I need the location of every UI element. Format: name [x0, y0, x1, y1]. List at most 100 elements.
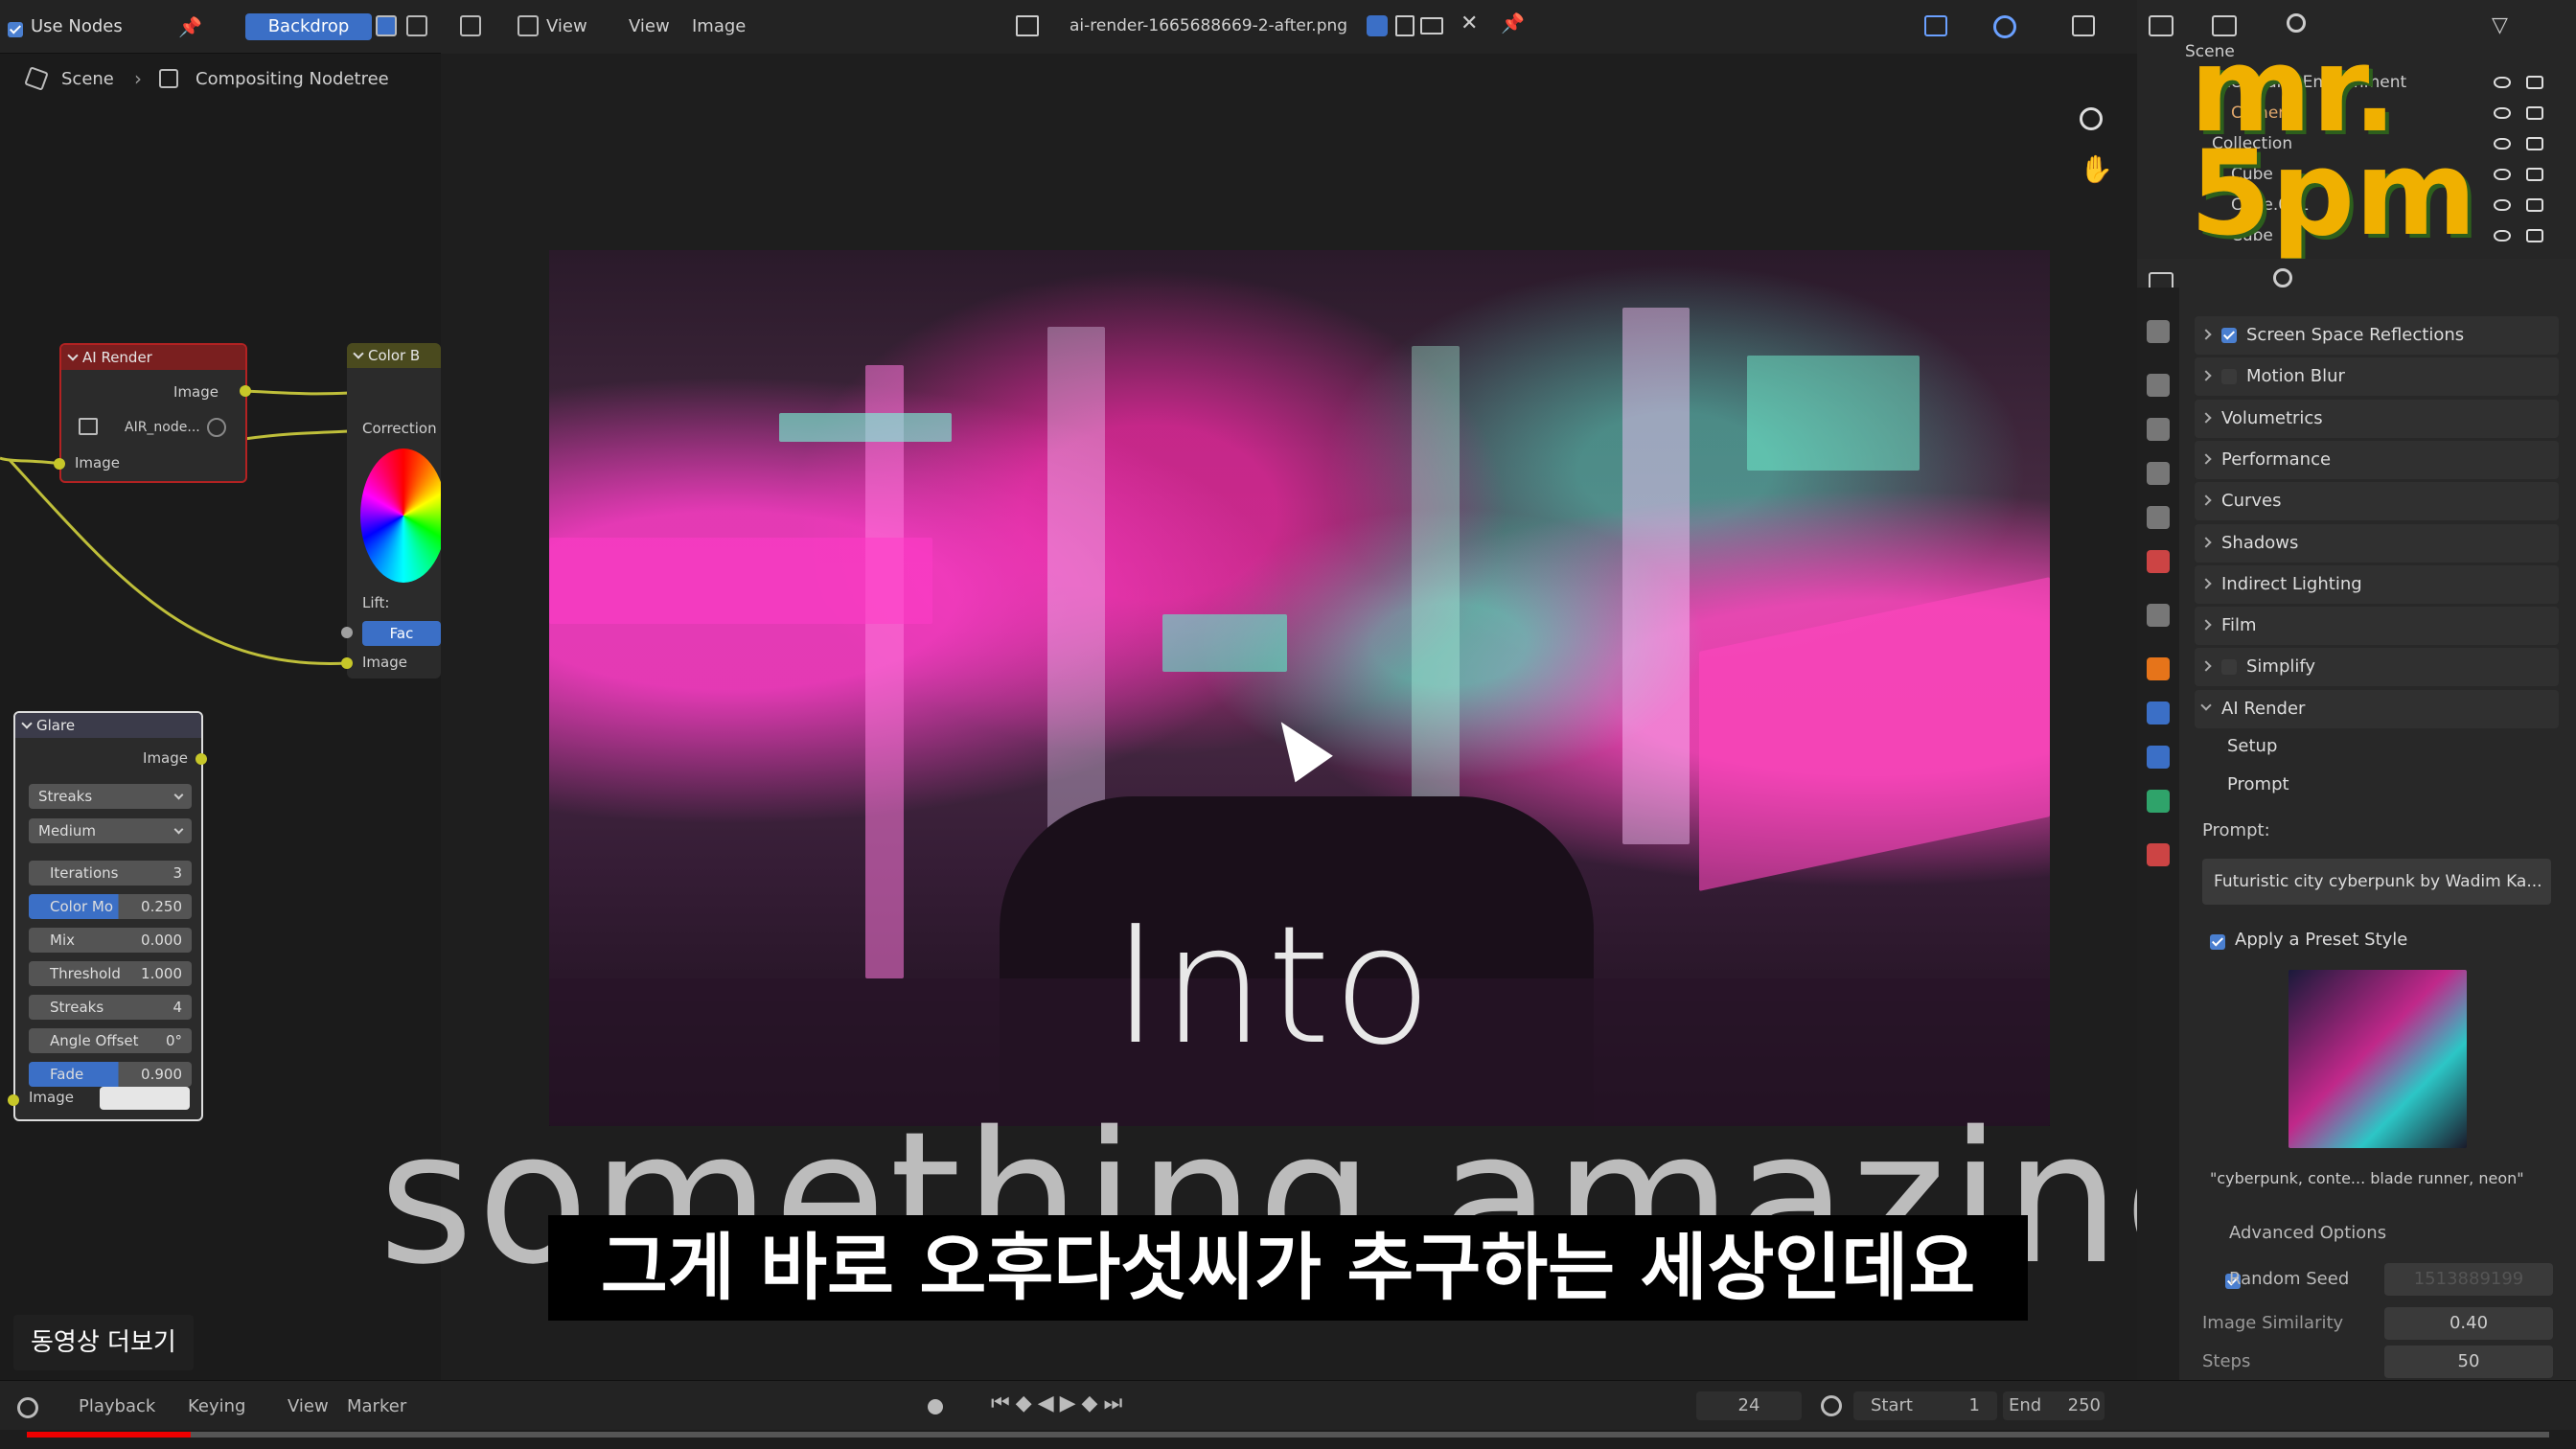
render-panel-header[interactable]: AI Render: [2195, 689, 2559, 728]
view-layer-tab-icon[interactable]: [2147, 462, 2170, 485]
object-tab-icon[interactable]: [2147, 657, 2170, 680]
video-progress-track[interactable]: [27, 1432, 2549, 1438]
constraints-tab-icon[interactable]: [2147, 790, 2170, 813]
render-camera-icon[interactable]: [2526, 76, 2543, 89]
color-wheel[interactable]: [360, 448, 441, 583]
ai-render-node-header[interactable]: AI Render: [61, 345, 245, 370]
current-frame-field[interactable]: 24: [1696, 1392, 1802, 1420]
render-panel-header[interactable]: Performance: [2195, 440, 2559, 479]
color-balance-node[interactable]: Color B Correction Lift: Fac Image: [347, 343, 441, 678]
gizmo-icon[interactable]: [1924, 15, 1947, 36]
menu-view[interactable]: View: [546, 16, 587, 36]
render-panel-header[interactable]: Film: [2195, 607, 2559, 646]
ai-param-field[interactable]: 50: [2384, 1346, 2553, 1378]
glare-node-header[interactable]: Glare: [15, 713, 201, 738]
image-filename[interactable]: ai-render-1665688669-2-after.png: [1070, 16, 1347, 35]
render-camera-icon[interactable]: [2526, 198, 2543, 212]
start-frame-field[interactable]: Start 1: [1853, 1392, 1997, 1420]
glare-field[interactable]: Streaks 4: [29, 995, 192, 1020]
stopwatch-icon[interactable]: [1821, 1395, 1842, 1416]
duplicate-icon[interactable]: [1395, 15, 1414, 36]
end-frame-field[interactable]: End 250: [2003, 1392, 2104, 1420]
panel-enable-checkbox[interactable]: [2221, 659, 2237, 676]
glare-field[interactable]: Fade 0.900: [29, 1062, 192, 1087]
apply-preset-checkbox[interactable]: [2210, 934, 2225, 950]
subpanel-setup[interactable]: Setup: [2227, 736, 2277, 756]
render-panel-header[interactable]: Volumetrics: [2195, 399, 2559, 438]
visibility-eye-icon[interactable]: [2494, 107, 2511, 119]
glare-field[interactable]: Angle Offset 0°: [29, 1028, 192, 1053]
fac-socket[interactable]: [341, 627, 353, 638]
glare-field[interactable]: Threshold 1.000: [29, 961, 192, 986]
advanced-options-toggle[interactable]: Advanced Options: [2229, 1223, 2386, 1243]
fake-user-shield-icon[interactable]: [1367, 15, 1388, 36]
ai-render-output-socket[interactable]: [240, 385, 251, 397]
node-editor-area[interactable]: [0, 0, 441, 1380]
render-camera-icon[interactable]: [2526, 229, 2543, 242]
shield-icon[interactable]: [207, 418, 226, 437]
render-panel-header[interactable]: Screen Space Reflections: [2195, 316, 2559, 355]
visibility-eye-icon[interactable]: [2494, 138, 2511, 150]
render-panel-header[interactable]: Motion Blur: [2195, 357, 2559, 397]
preset-style-thumbnail[interactable]: [2288, 970, 2467, 1148]
world-tab-icon[interactable]: [2147, 550, 2170, 573]
fac-field[interactable]: Fac: [362, 621, 441, 646]
timeline-editor-icon[interactable]: [17, 1397, 38, 1418]
tool-tab-icon[interactable]: [2147, 320, 2170, 343]
ai-param-field[interactable]: 0.40: [2384, 1307, 2553, 1340]
zoom-icon[interactable]: [2080, 107, 2103, 130]
render-tab-icon[interactable]: [2147, 374, 2170, 397]
properties-search-icon[interactable]: [2273, 268, 2292, 288]
pin-icon[interactable]: 📌: [178, 15, 202, 38]
ai-render-input-socket[interactable]: [54, 458, 65, 470]
modifier-tab-icon[interactable]: [2147, 702, 2170, 724]
menu-image[interactable]: Image: [692, 16, 746, 36]
ai-render-node-name[interactable]: AIR_node...: [125, 420, 200, 435]
glare-type-dropdown[interactable]: Streaks: [29, 784, 192, 809]
menu-view-2[interactable]: View: [629, 16, 670, 36]
prompt-input[interactable]: Futuristic city cyberpunk by Wadim Ka...: [2202, 859, 2551, 905]
close-icon[interactable]: ✕: [1460, 12, 1478, 35]
random-seed-field[interactable]: 1513889199: [2384, 1263, 2553, 1296]
render-panel-header[interactable]: Shadows: [2195, 523, 2559, 563]
folder-icon[interactable]: [1420, 17, 1443, 34]
ai-render-node[interactable]: AI Render Image AIR_node... Image: [59, 343, 247, 483]
color-node-header[interactable]: Color B: [347, 343, 441, 368]
collection-tab-icon[interactable]: [2147, 604, 2170, 627]
backdrop-channels-icon[interactable]: [376, 15, 397, 36]
backdrop-button[interactable]: Backdrop: [245, 13, 372, 40]
use-nodes-checkbox[interactable]: [8, 22, 23, 37]
scene-tab-icon[interactable]: [2147, 506, 2170, 529]
timeline-menu-playback[interactable]: Playback: [79, 1396, 155, 1416]
glare-field[interactable]: Mix 0.000: [29, 928, 192, 953]
timeline-menu-view[interactable]: View: [288, 1396, 329, 1416]
color-image-socket[interactable]: [341, 657, 353, 669]
render-camera-icon[interactable]: [2526, 168, 2543, 181]
render-camera-icon[interactable]: [2526, 137, 2543, 150]
view-mode-icon[interactable]: [518, 15, 539, 36]
timeline-menu-keying[interactable]: Keying: [188, 1396, 245, 1416]
glare-input-socket[interactable]: [8, 1094, 19, 1106]
overlay-icon[interactable]: [1993, 15, 2016, 38]
breadcrumb-nodetree[interactable]: Compositing Nodetree: [196, 69, 389, 89]
filter-icon[interactable]: ▽: [2492, 13, 2508, 37]
visibility-eye-icon[interactable]: [2494, 169, 2511, 180]
glare-field[interactable]: Iterations 3: [29, 861, 192, 886]
more-videos-button[interactable]: 동영상 더보기: [13, 1315, 194, 1370]
breadcrumb-scene[interactable]: Scene: [61, 69, 114, 89]
panel-enable-checkbox[interactable]: [2221, 369, 2237, 385]
visibility-eye-icon[interactable]: [2494, 230, 2511, 242]
physics-tab-icon[interactable]: [2147, 746, 2170, 769]
pin-image-icon[interactable]: 📌: [1501, 12, 1525, 34]
timeline-menu-marker[interactable]: Marker: [347, 1396, 406, 1416]
render-panel-header[interactable]: Simplify: [2195, 648, 2559, 687]
texture-tab-icon[interactable]: [2147, 843, 2170, 866]
glare-node[interactable]: Glare Image Streaks Medium Iterations 3 Co…: [13, 711, 203, 1121]
display-channels-icon[interactable]: [2072, 15, 2095, 36]
image-icon[interactable]: [1016, 15, 1039, 36]
render-camera-icon[interactable]: [2526, 106, 2543, 120]
subpanel-prompt[interactable]: Prompt: [2227, 774, 2289, 794]
pan-hand-icon[interactable]: ✋: [2080, 153, 2113, 185]
glare-quality-dropdown[interactable]: Medium: [29, 818, 192, 843]
visibility-eye-icon[interactable]: [2494, 77, 2511, 88]
